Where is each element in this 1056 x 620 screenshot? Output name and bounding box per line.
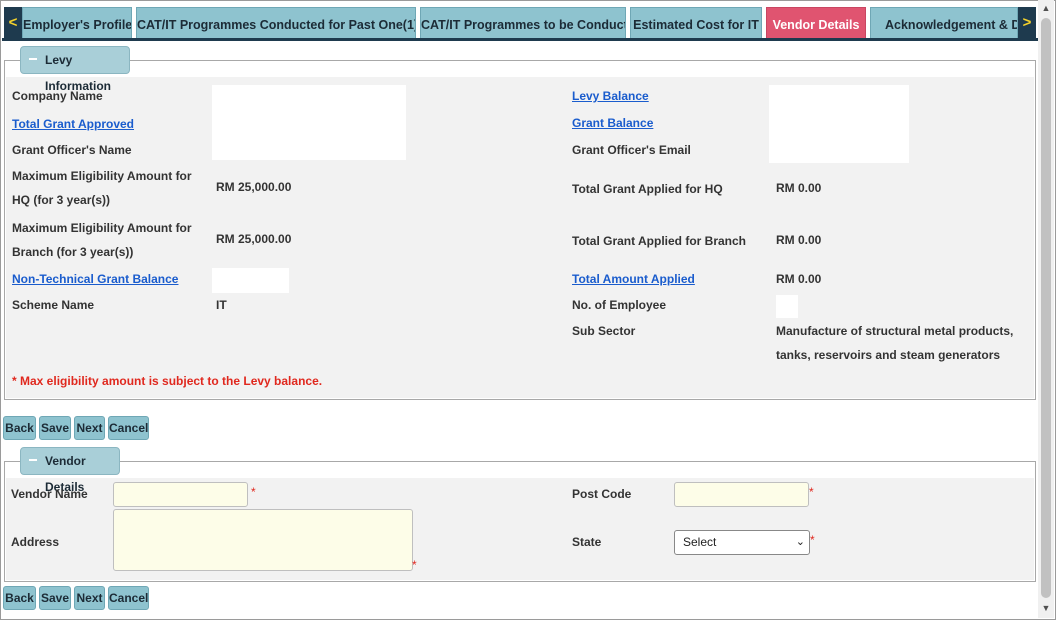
company-name-label: Company Name (12, 89, 103, 103)
levy-grant-balance-value-box (769, 85, 909, 163)
total-amount-applied-link[interactable]: Total Amount Applied (572, 267, 695, 291)
max-eligibility-hq-label: Maximum Eligibility Amount for HQ (for 3… (12, 169, 192, 207)
collapse-icon (29, 58, 37, 60)
total-grant-applied-branch-label: Total Grant Applied for Branch (572, 234, 747, 248)
total-grant-approved-link[interactable]: Total Grant Approved (12, 112, 134, 136)
chevron-down-icon: ⌄ (795, 536, 805, 548)
state-select-value: Select (683, 535, 717, 549)
tab-acknowledgement[interactable]: Acknowledgement & Declara (870, 7, 1018, 41)
post-code-input[interactable] (674, 482, 809, 507)
tab-programmes-to-be-conducted[interactable]: CAT/IT Programmes to be Conducted (420, 7, 626, 41)
max-eligibility-branch-value: RM 25,000.00 (216, 232, 292, 246)
sub-sector-label: Sub Sector (572, 324, 636, 338)
no-of-employee-value-box (776, 295, 798, 318)
save-button[interactable]: Save (39, 586, 71, 610)
levy-balance-link[interactable]: Levy Balance (572, 84, 649, 108)
address-required-mark: * (412, 558, 417, 572)
address-textarea[interactable] (113, 509, 413, 571)
company-officer-value-box (212, 85, 406, 160)
next-button[interactable]: Next (74, 586, 105, 610)
tab-employers-profile[interactable]: Employer's Profile (22, 7, 132, 41)
total-amount-applied-value: RM 0.00 (776, 272, 822, 286)
non-technical-grant-balance-link[interactable]: Non-Technical Grant Balance (12, 267, 178, 291)
vendor-name-label: Vendor Name (11, 487, 88, 501)
scroll-up-arrow-icon[interactable]: ▲ (1038, 0, 1054, 16)
vendor-name-input[interactable] (113, 482, 248, 507)
tab-vendor-details[interactable]: Vendor Details (766, 7, 866, 41)
vendor-name-required-mark: * (251, 485, 256, 499)
state-required-mark: * (810, 533, 815, 547)
state-label: State (572, 535, 602, 549)
max-eligibility-branch-label: Maximum Eligibility Amount for Branch (f… (12, 221, 192, 259)
levy-balance-note: * Max eligibility amount is subject to t… (12, 374, 323, 388)
tab-programmes-past-year[interactable]: CAT/IT Programmes Conducted for Past One… (136, 7, 416, 41)
scrollbar-thumb[interactable] (1041, 18, 1051, 598)
save-button[interactable]: Save (39, 416, 71, 440)
next-button[interactable]: Next (74, 416, 105, 440)
back-button[interactable]: Back (3, 586, 36, 610)
post-code-required-mark: * (809, 485, 814, 499)
total-grant-applied-branch-value: RM 0.00 (776, 233, 822, 247)
back-button[interactable]: Back (3, 416, 36, 440)
no-of-employee-label: No. of Employee (572, 298, 667, 312)
tab-next-arrow-icon[interactable]: > (1018, 7, 1036, 41)
vendor-details-legend[interactable]: Vendor Details (20, 447, 120, 494)
grant-officer-name-label: Grant Officer's Name (12, 143, 132, 157)
levy-information-legend[interactable]: Levy Information (20, 46, 130, 93)
post-code-label: Post Code (572, 487, 632, 501)
non-technical-grant-balance-value-box (212, 268, 289, 293)
scheme-name-label: Scheme Name (12, 298, 95, 312)
total-grant-applied-hq-value: RM 0.00 (776, 181, 822, 195)
max-eligibility-hq-value: RM 25,000.00 (216, 180, 292, 194)
cancel-button[interactable]: Cancel (108, 416, 149, 440)
tab-prev-arrow-icon[interactable]: < (4, 7, 22, 41)
grant-officer-email-label: Grant Officer's Email (572, 143, 691, 157)
tab-underline (2, 38, 1038, 41)
vertical-scrollbar[interactable]: ▲ ▼ (1038, 0, 1054, 618)
total-grant-applied-hq-label: Total Grant Applied for HQ (572, 182, 723, 196)
cancel-button[interactable]: Cancel (108, 586, 149, 610)
grant-balance-link[interactable]: Grant Balance (572, 111, 653, 135)
sub-sector-value: Manufacture of structural metal products… (776, 324, 1014, 362)
collapse-icon (29, 459, 37, 461)
scheme-name-value: IT (216, 298, 227, 312)
state-select[interactable]: Select ⌄ (674, 530, 810, 555)
scroll-down-arrow-icon[interactable]: ▼ (1038, 600, 1054, 616)
tab-estimated-cost[interactable]: Estimated Cost for IT (630, 7, 762, 41)
tab-bar: < Employer's Profile CAT/IT Programmes C… (2, 4, 1038, 41)
address-label: Address (11, 535, 60, 549)
